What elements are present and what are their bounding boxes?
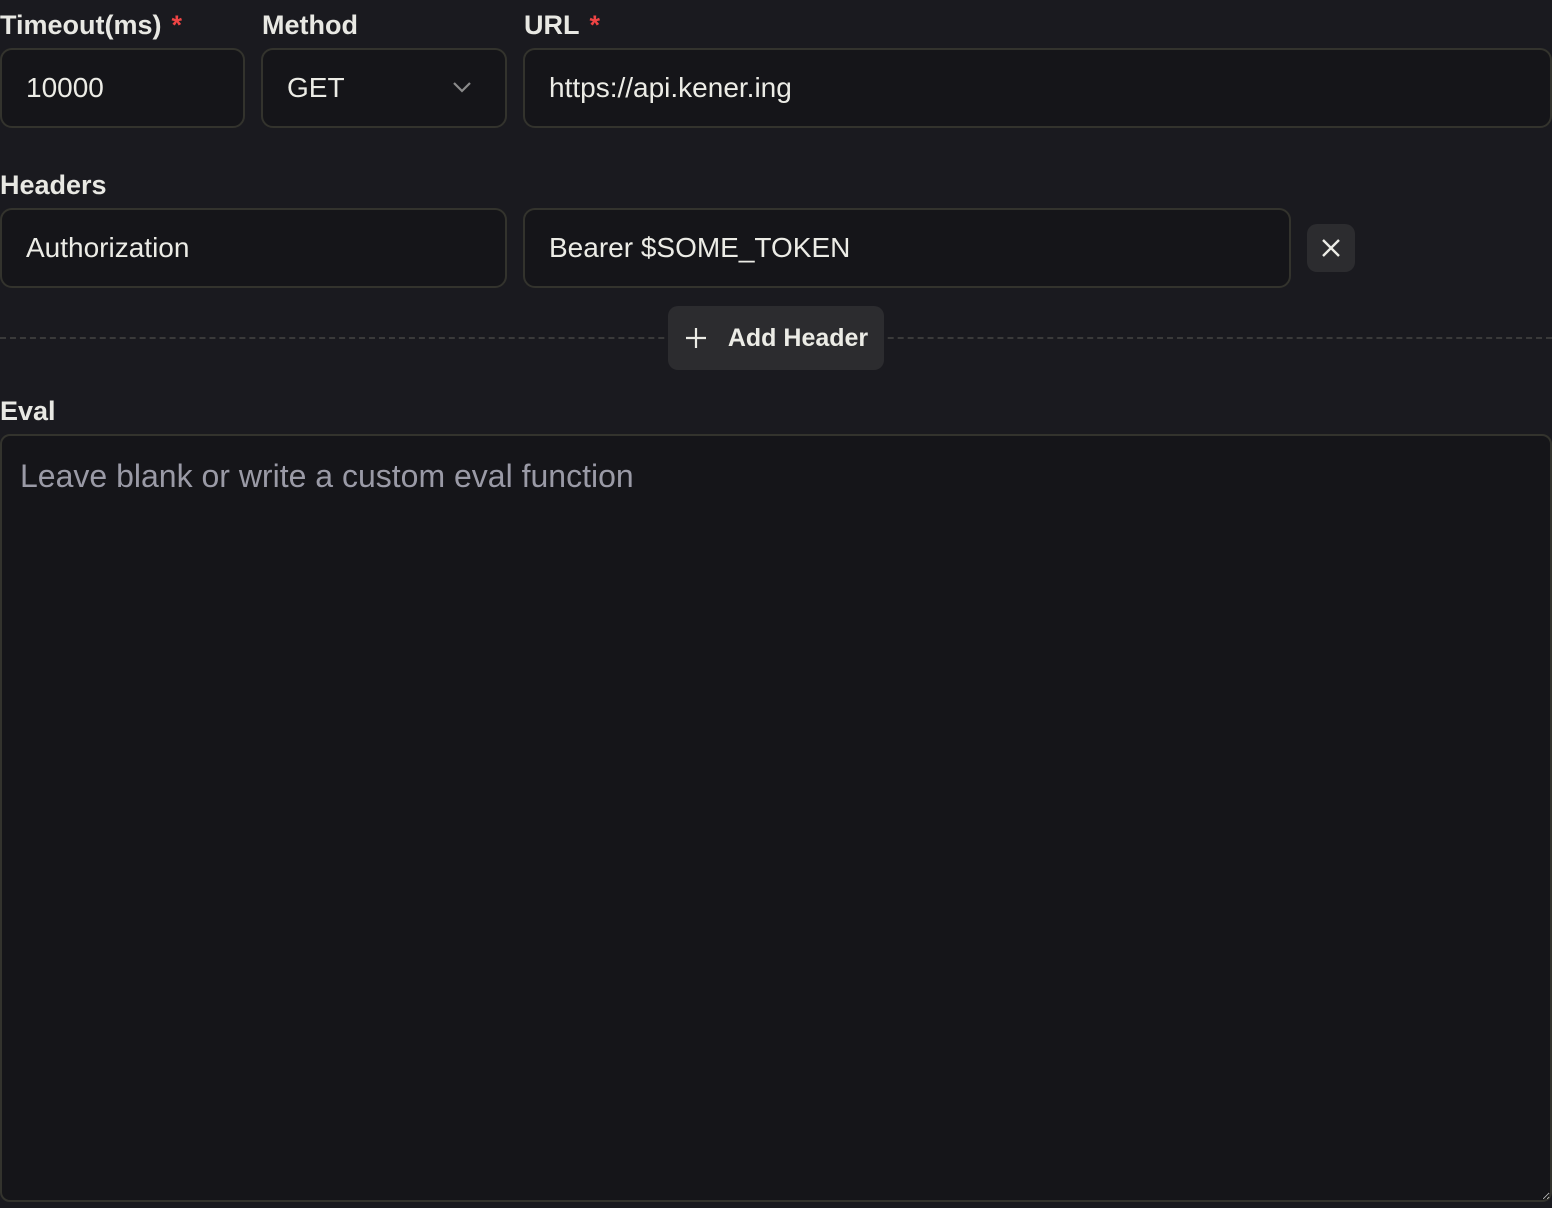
method-label: Method: [262, 10, 358, 40]
eval-textarea[interactable]: [0, 434, 1552, 1202]
headers-label: Headers: [0, 170, 107, 200]
url-label: URL *: [524, 10, 601, 40]
required-mark: *: [589, 10, 601, 40]
remove-header-button[interactable]: [1307, 224, 1355, 272]
plus-icon: [685, 328, 706, 348]
chevron-down-icon: [453, 82, 471, 93]
add-header-button[interactable]: Add Header: [668, 306, 884, 370]
add-header-label: Add Header: [727, 323, 869, 352]
url-value: https://api.kener.ing: [549, 72, 792, 103]
header-value-value: Bearer $SOME_TOKEN: [549, 232, 851, 263]
timeout-value: 10000: [26, 72, 104, 103]
timeout-input[interactable]: 10000: [0, 48, 245, 128]
method-select[interactable]: GET: [261, 48, 507, 128]
header-key-value: Authorization: [26, 232, 190, 263]
timeout-label: Timeout(ms) *: [0, 10, 183, 40]
close-icon: [1322, 239, 1340, 257]
header-key-input[interactable]: Authorization: [0, 208, 507, 288]
required-mark: *: [171, 10, 183, 40]
eval-label: Eval: [0, 396, 56, 426]
url-input[interactable]: https://api.kener.ing: [523, 48, 1552, 128]
method-value: GET: [287, 72, 345, 103]
header-value-input[interactable]: Bearer $SOME_TOKEN: [523, 208, 1291, 288]
